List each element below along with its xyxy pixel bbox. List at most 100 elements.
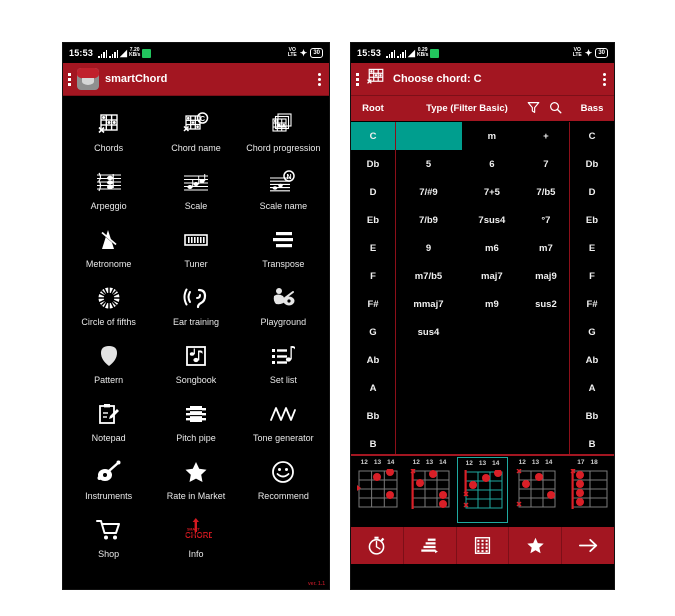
grid-item-instruments[interactable]: Instruments bbox=[65, 450, 152, 508]
grid-item-chord-progression[interactable]: Chord progression bbox=[240, 102, 327, 160]
hamburger-menu-icon[interactable] bbox=[356, 72, 359, 86]
grid-item-chord-name[interactable]: C Chord name bbox=[152, 102, 239, 160]
type-cell[interactable]: m bbox=[462, 122, 522, 150]
grid-fretboard-icon[interactable] bbox=[457, 527, 510, 564]
type-cell[interactable] bbox=[395, 402, 462, 430]
type-cell[interactable]: m9 bbox=[462, 290, 522, 318]
type-cell[interactable]: 7/b5 bbox=[522, 178, 570, 206]
column-header-root[interactable]: Root bbox=[351, 103, 395, 114]
type-cell[interactable]: m7/b5 bbox=[395, 262, 462, 290]
root-cell[interactable]: C bbox=[351, 122, 395, 150]
type-cell[interactable]: °7 bbox=[522, 206, 570, 234]
type-cell[interactable]: 5 bbox=[395, 150, 462, 178]
grid-item-songbook[interactable]: Songbook bbox=[152, 334, 239, 392]
type-cell[interactable] bbox=[395, 122, 462, 150]
grid-item-pattern[interactable]: Pattern bbox=[65, 334, 152, 392]
chord-diagram[interactable]: 12 13 14 bbox=[511, 457, 560, 523]
type-cell[interactable]: 7sus4 bbox=[462, 206, 522, 234]
type-cell[interactable] bbox=[462, 318, 522, 346]
root-cell[interactable]: F bbox=[351, 262, 395, 290]
type-cell[interactable]: 7/b9 bbox=[395, 206, 462, 234]
bass-cell[interactable]: E bbox=[570, 234, 614, 262]
bass-cell[interactable]: Eb bbox=[570, 206, 614, 234]
type-cell[interactable] bbox=[462, 346, 522, 374]
search-magnifier-icon[interactable] bbox=[549, 101, 562, 117]
hamburger-menu-icon[interactable] bbox=[68, 72, 71, 86]
type-cell[interactable] bbox=[395, 346, 462, 374]
arrow-right-icon[interactable] bbox=[562, 527, 614, 564]
grid-item-tuner[interactable]: Tuner bbox=[152, 218, 239, 276]
type-cell[interactable]: mmaj7 bbox=[395, 290, 462, 318]
type-cell[interactable] bbox=[522, 318, 570, 346]
type-cell[interactable]: maj9 bbox=[522, 262, 570, 290]
type-cell[interactable] bbox=[462, 430, 522, 458]
grid-item-ear-training[interactable]: Ear training bbox=[152, 276, 239, 334]
bass-cell[interactable]: F bbox=[570, 262, 614, 290]
type-cell[interactable]: 7/#9 bbox=[395, 178, 462, 206]
type-cell[interactable]: 7+5 bbox=[462, 178, 522, 206]
grid-item-notepad[interactable]: Notepad bbox=[65, 392, 152, 450]
grid-item-recommend[interactable]: Recommend bbox=[240, 450, 327, 508]
metronome-timer-icon[interactable] bbox=[351, 527, 404, 564]
root-cell[interactable]: Db bbox=[351, 150, 395, 178]
grid-item-metronome[interactable]: Metronome bbox=[65, 218, 152, 276]
grid-item-circle-of-fifths[interactable]: Circle of fifths bbox=[65, 276, 152, 334]
bass-cell[interactable]: C bbox=[570, 122, 614, 150]
bass-cell[interactable]: Ab bbox=[570, 346, 614, 374]
root-cell[interactable]: B bbox=[351, 430, 395, 458]
type-cell[interactable] bbox=[462, 374, 522, 402]
bass-cell[interactable]: D bbox=[570, 178, 614, 206]
root-cell[interactable]: D bbox=[351, 178, 395, 206]
type-cell[interactable] bbox=[462, 402, 522, 430]
chord-diagram[interactable]: 17 18 bbox=[563, 457, 612, 523]
type-cell[interactable]: m6 bbox=[462, 234, 522, 262]
chord-diagram[interactable]: 12 13 14 bbox=[405, 457, 454, 523]
type-cell[interactable]: maj7 bbox=[462, 262, 522, 290]
root-cell[interactable]: E bbox=[351, 234, 395, 262]
root-cell[interactable]: A bbox=[351, 374, 395, 402]
bass-cell[interactable]: A bbox=[570, 374, 614, 402]
bass-cell[interactable]: F# bbox=[570, 290, 614, 318]
overflow-menu-icon[interactable] bbox=[603, 72, 609, 86]
type-cell[interactable]: 6 bbox=[462, 150, 522, 178]
grid-item-arpeggio[interactable]: Arpeggio bbox=[65, 160, 152, 218]
column-header-type[interactable]: Type (Filter Basic) bbox=[395, 103, 527, 114]
type-cell[interactable] bbox=[395, 430, 462, 458]
bass-cell[interactable]: G bbox=[570, 318, 614, 346]
type-cell[interactable]: 7 bbox=[522, 150, 570, 178]
type-cell[interactable] bbox=[522, 402, 570, 430]
root-cell[interactable]: Bb bbox=[351, 402, 395, 430]
bass-cell[interactable]: Bb bbox=[570, 402, 614, 430]
grid-item-info[interactable]: SMART CHORD Info bbox=[152, 508, 239, 566]
grid-item-scale[interactable]: Scale bbox=[152, 160, 239, 218]
root-cell[interactable]: G bbox=[351, 318, 395, 346]
grid-item-chords[interactable]: Chords bbox=[65, 102, 152, 160]
grid-item-scale-name[interactable]: N Scale name bbox=[240, 160, 327, 218]
grid-item-set-list[interactable]: Set list bbox=[240, 334, 327, 392]
chord-diagram[interactable]: 12 13 14 bbox=[353, 457, 402, 523]
grid-item-pitch-pipe[interactable]: Pitch pipe bbox=[152, 392, 239, 450]
chord-diagram-selected[interactable]: 12 13 14 bbox=[457, 457, 508, 523]
grid-item-shop[interactable]: Shop bbox=[65, 508, 152, 566]
type-cell[interactable] bbox=[522, 430, 570, 458]
grid-item-tone-generator[interactable]: Tone generator bbox=[240, 392, 327, 450]
grid-item-transpose[interactable]: Transpose bbox=[240, 218, 327, 276]
root-cell[interactable]: F# bbox=[351, 290, 395, 318]
filter-funnel-icon[interactable] bbox=[527, 101, 540, 117]
type-cell[interactable]: sus2 bbox=[522, 290, 570, 318]
type-cell[interactable]: 9 bbox=[395, 234, 462, 262]
root-cell[interactable]: Eb bbox=[351, 206, 395, 234]
root-cell[interactable]: Ab bbox=[351, 346, 395, 374]
type-cell[interactable]: sus4 bbox=[395, 318, 462, 346]
type-cell[interactable] bbox=[522, 374, 570, 402]
sort-bars-icon[interactable] bbox=[404, 527, 457, 564]
type-cell[interactable]: m7 bbox=[522, 234, 570, 262]
bass-cell[interactable]: B bbox=[570, 430, 614, 458]
overflow-menu-icon[interactable] bbox=[318, 72, 324, 86]
grid-item-playground[interactable]: Playground bbox=[240, 276, 327, 334]
bass-cell[interactable]: Db bbox=[570, 150, 614, 178]
grid-item-rate-in-market[interactable]: Rate in Market bbox=[152, 450, 239, 508]
type-cell[interactable] bbox=[395, 374, 462, 402]
star-icon[interactable] bbox=[509, 527, 563, 564]
type-cell[interactable]: + bbox=[522, 122, 570, 150]
